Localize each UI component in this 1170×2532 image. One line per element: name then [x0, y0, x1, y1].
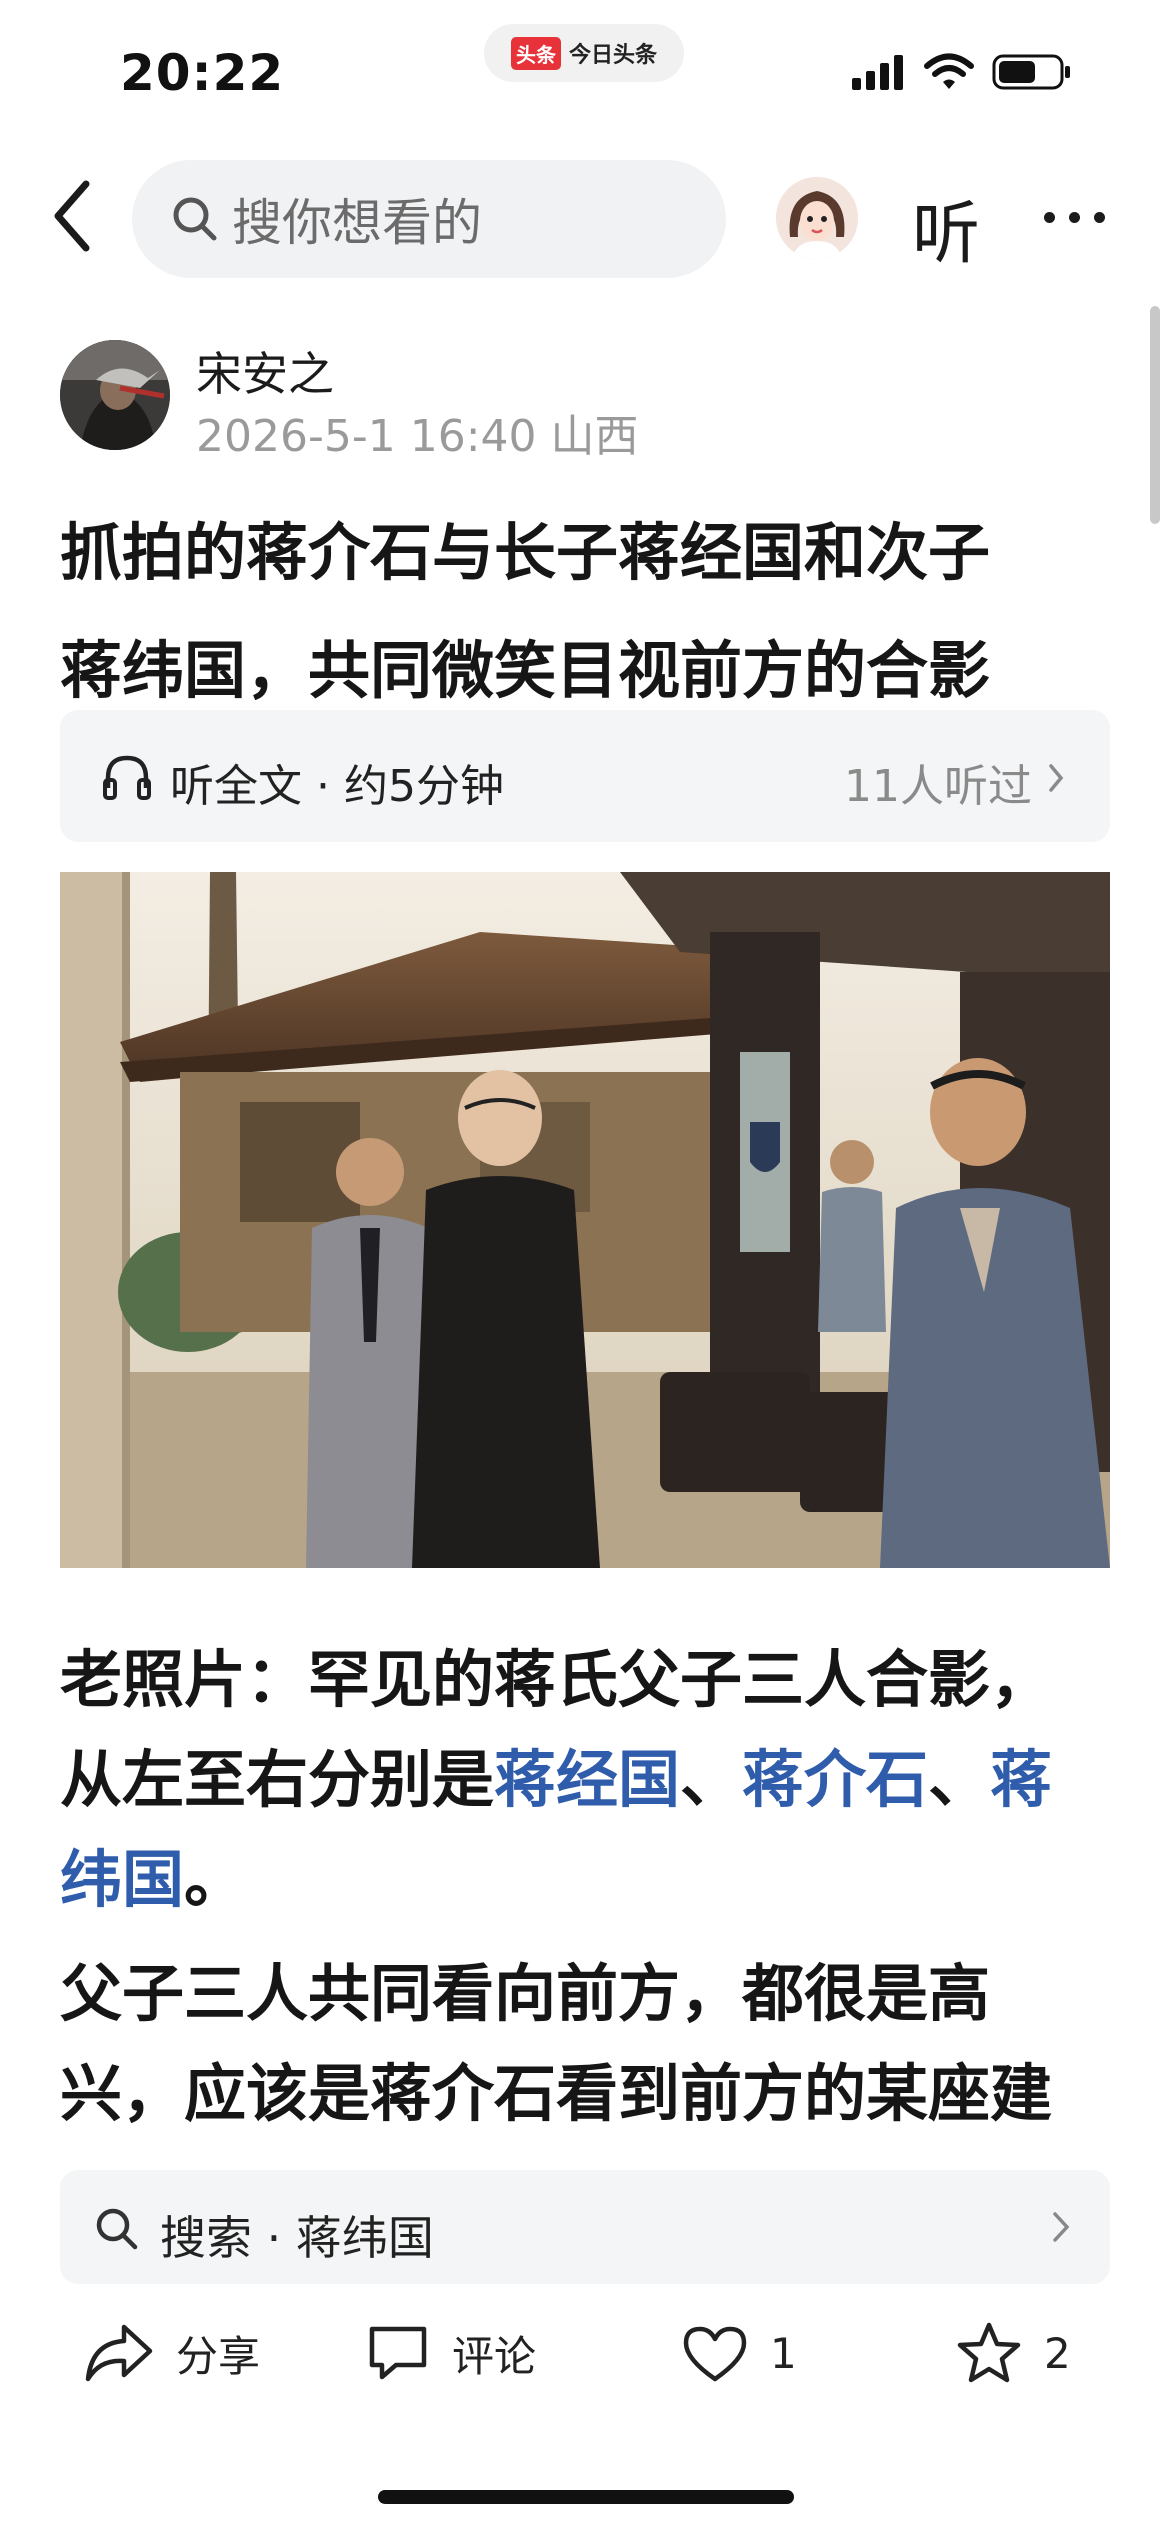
listen-full-article-bar[interactable]: 听全文 · 约5分钟 11人听过 [60, 710, 1110, 842]
chevron-right-icon [1049, 764, 1064, 792]
more-options-button[interactable] [1044, 212, 1105, 223]
paragraph-line: 从左至右分别是蒋经国、蒋介石、蒋 [60, 1730, 1120, 1830]
battery-icon [992, 54, 1070, 90]
wifi-icon [924, 53, 974, 89]
paragraph-text: 从左至右分别是 [60, 1743, 495, 1816]
historical-photo-three-men [60, 872, 1110, 1568]
separator: 、 [680, 1743, 743, 1816]
listen-count: 11人听过 [844, 761, 1032, 812]
author-name[interactable]: 宋安之 [196, 338, 334, 404]
more-dot-icon [1094, 212, 1105, 223]
home-indicator[interactable] [378, 2490, 794, 2504]
article-paragraph: 老照片：罕见的蒋氏父子三人合影， 从左至右分别是蒋经国、蒋介石、蒋 纬国。 [60, 1630, 1120, 1930]
cartoon-girl-avatar-icon [776, 177, 858, 259]
chevron-right-icon [1053, 2212, 1070, 2242]
paragraph-line: 兴，应该是蒋介石看到前方的某座建 [60, 2057, 1053, 2130]
link-jiang-jieshi[interactable]: 蒋介石 [742, 1743, 928, 1816]
comment-icon [369, 2326, 427, 2380]
status-time: 20:22 [120, 44, 285, 102]
back-button[interactable] [44, 176, 104, 256]
heart-icon [683, 2326, 747, 2382]
island-app-name: 今日头条 [568, 43, 657, 68]
search-icon [173, 197, 217, 241]
publish-date-location: 2026-5-1 16:40 山西 [196, 411, 639, 462]
separator: 、 [928, 1743, 991, 1816]
listen-label: 听全文 · 约5分钟 [170, 761, 504, 812]
search-icon [96, 2208, 138, 2250]
paragraph-end: 。 [184, 1843, 247, 1916]
link-jiang-weiguo[interactable]: 蒋 [990, 1743, 1052, 1816]
like-button[interactable]: 1 [682, 2316, 797, 2390]
author-avatar[interactable] [60, 340, 170, 450]
title-line: 抓拍的蒋介石与长子蒋经国和次子 [60, 516, 991, 589]
chevron-left-icon [54, 180, 90, 252]
star-icon [957, 2322, 1021, 2383]
share-icon [85, 2324, 153, 2382]
article-photo[interactable] [60, 872, 1110, 1568]
comment-label: 评论 [452, 2331, 537, 2381]
paragraph-line: 纬国。 [60, 1830, 1120, 1930]
more-dot-icon [1069, 212, 1080, 223]
link-jiang-jingguo[interactable]: 蒋经国 [494, 1743, 680, 1816]
more-dot-icon [1044, 212, 1055, 223]
favorite-button[interactable]: 2 [956, 2316, 1071, 2390]
related-search-label: 搜索 · 蒋纬国 [160, 2211, 434, 2265]
scrollbar[interactable] [1150, 306, 1160, 524]
comment-button[interactable]: 评论 [366, 2316, 536, 2390]
toutiao-logo: 头条 [510, 36, 561, 70]
user-avatar[interactable] [776, 177, 858, 259]
paragraph-line: 父子三人共同看向前方，都很是高 [60, 1957, 991, 2030]
share-label: 分享 [176, 2331, 261, 2381]
article-title: 抓拍的蒋介石与长子蒋经国和次子 蒋纬国，共同微笑目视前方的合影 [60, 494, 1120, 730]
like-count: 1 [770, 2328, 797, 2378]
dynamic-island-app-indicator[interactable]: 头条 今日头条 [484, 24, 684, 82]
link-jiang-weiguo-cont[interactable]: 纬国 [60, 1843, 184, 1916]
related-search-bar[interactable]: 搜索 · 蒋纬国 [60, 2170, 1110, 2284]
article-paragraph: 父子三人共同看向前方，都很是高 兴，应该是蒋介石看到前方的某座建 [60, 1944, 1120, 2144]
paragraph-line: 老照片：罕见的蒋氏父子三人合影， [60, 1643, 1053, 1716]
listen-button[interactable]: 听 [912, 178, 980, 277]
status-icons [850, 52, 1072, 92]
author-avatar-image [60, 340, 170, 450]
share-button[interactable]: 分享 [84, 2316, 260, 2390]
favorite-count: 2 [1044, 2328, 1071, 2378]
headphones-icon [103, 755, 151, 800]
search-placeholder: 搜你想看的 [232, 194, 482, 252]
search-input[interactable]: 搜你想看的 [132, 160, 726, 278]
cellular-signal-icon [852, 55, 903, 90]
